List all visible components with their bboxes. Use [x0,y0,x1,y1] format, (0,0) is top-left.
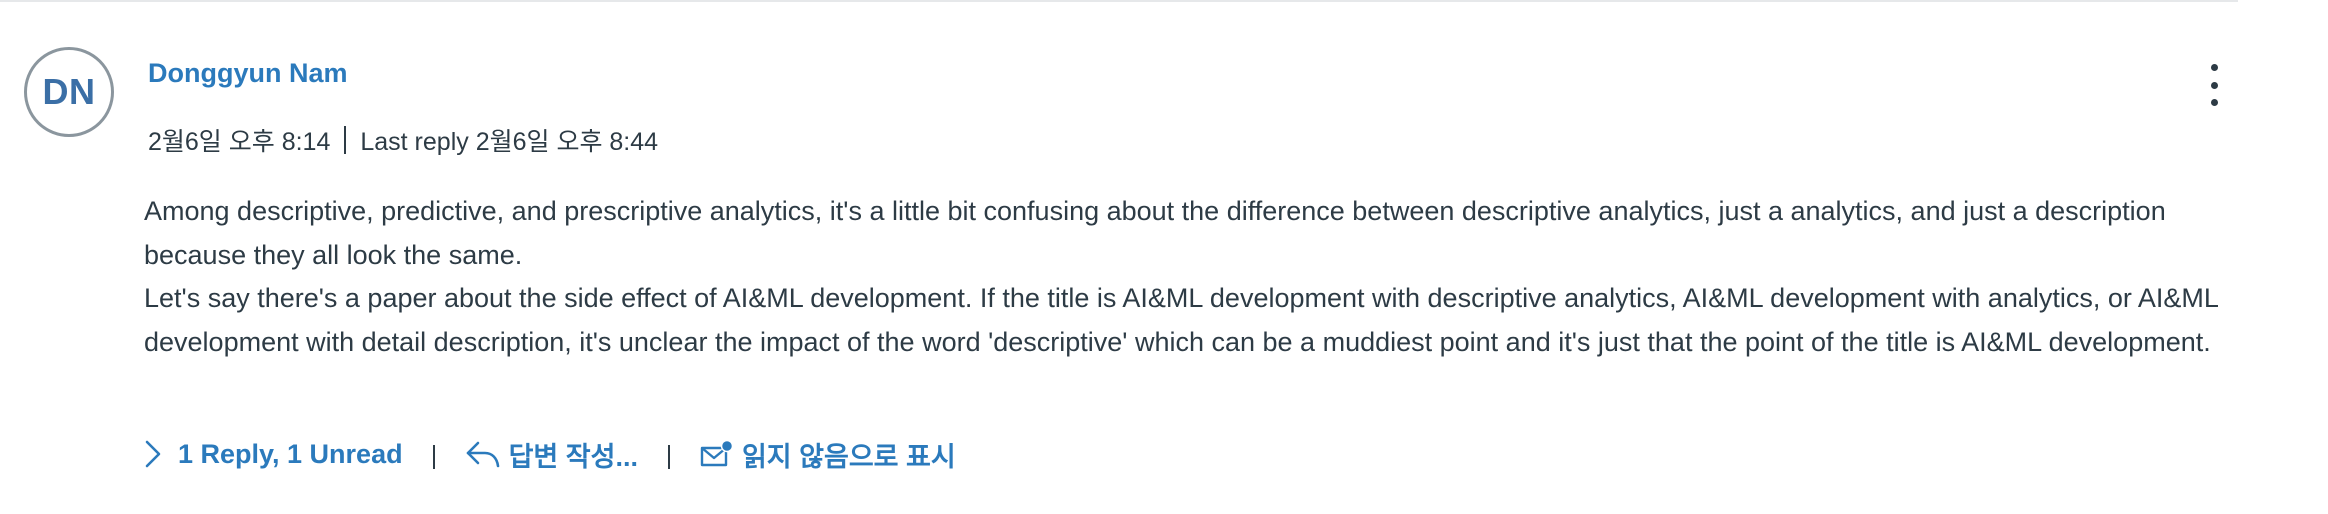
reply-arrow-icon [465,439,501,469]
message-paragraph: Among descriptive, predictive, and presc… [144,196,2166,270]
entry-message: Among descriptive, predictive, and presc… [144,190,2244,364]
mail-unread-icon [700,439,734,469]
replies-count-label: 1 Reply, 1 Unread [178,438,403,469]
avatar-initials: DN [42,71,96,112]
more-options-icon[interactable] [2200,64,2228,106]
posted-timestamp: 2월6일 오후 8:14 [148,128,331,156]
kebab-dot [2210,64,2218,71]
mark-unread-button[interactable]: 읽지 않음으로 표시 [700,435,956,474]
kebab-dot [2210,99,2218,106]
reply-button[interactable]: 답변 작성... [465,435,638,474]
discussion-entry: DN Donggyun Nam 2월6일 오후 8:14 Last reply … [0,0,2328,514]
action-separator [667,445,670,469]
message-paragraph: Let's say there's a paper about the side… [144,283,2218,357]
entry-actions: 1 Reply, 1 Unread 답변 작성... 읽지 않음으로 표시 [144,432,956,476]
action-separator [432,445,435,469]
reply-label: 답변 작성... [508,441,638,472]
expand-replies-button[interactable]: 1 Reply, 1 Unread [144,439,403,470]
timestamp-separator [344,126,347,154]
chevron-right-icon [144,439,162,469]
mark-unread-label: 읽지 않음으로 표시 [741,441,956,472]
avatar[interactable]: DN [24,47,114,137]
kebab-dot [2210,81,2218,89]
author-name-link[interactable]: Donggyun Nam [148,58,348,89]
last-reply-timestamp: Last reply 2월6일 오후 8:44 [360,128,659,156]
entry-timestamps: 2월6일 오후 8:14 Last reply 2월6일 오후 8:44 [148,122,658,158]
